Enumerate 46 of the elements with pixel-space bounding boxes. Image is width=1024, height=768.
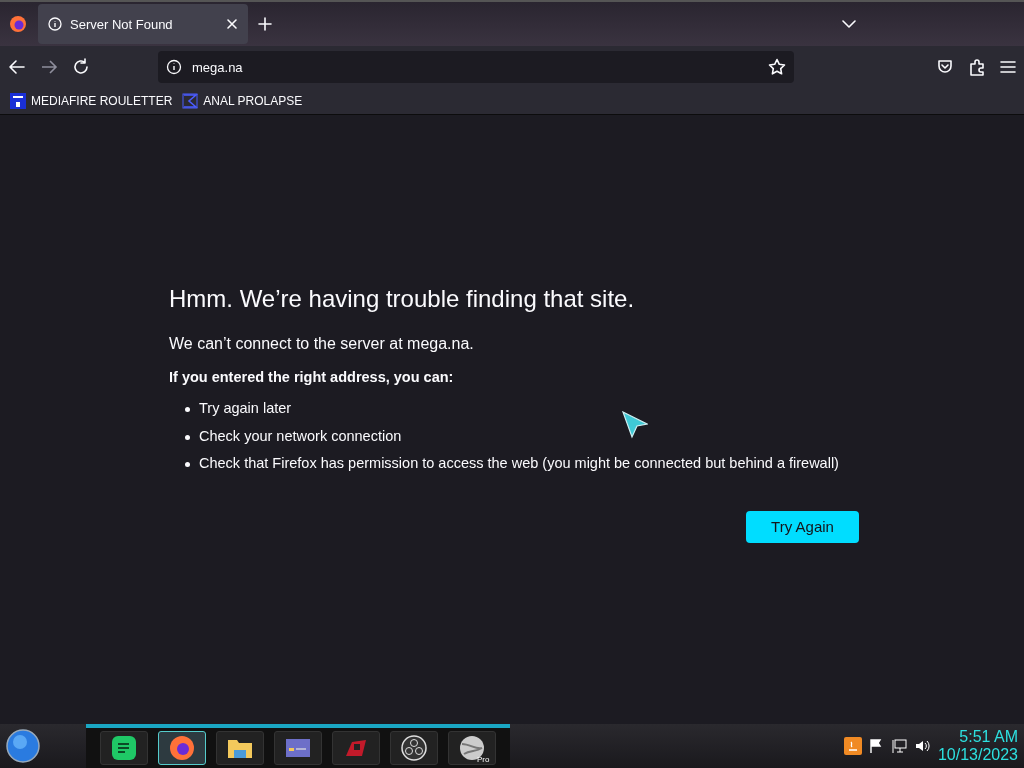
info-icon [48,17,62,31]
clock[interactable]: 5:51 AM 10/13/2023 [937,728,1018,764]
network-icon[interactable] [889,738,908,754]
cursor-icon [622,411,648,439]
suggestion-text: Check your network connection [199,427,402,444]
bookmark-link[interactable]: MEDIAFIRE ROULETTER [10,93,173,109]
try-again-button[interactable]: Try Again [746,510,859,543]
back-icon[interactable] [8,58,26,76]
bullet-icon [185,434,190,440]
taskbar-button[interactable] [158,731,206,765]
bookmark-link[interactable]: ANAL PROLAPSE [182,93,303,109]
suggestion-text: Try again later [199,400,292,416]
browser-tab[interactable]: Server Not Found [38,4,248,44]
menu-icon[interactable] [1000,60,1016,74]
puzzle-icon[interactable] [968,58,986,76]
forward-icon[interactable] [40,58,58,76]
notes-icon [110,734,138,762]
taskbar-button[interactable]: Pro [448,731,496,765]
camera-aperture-icon [400,734,428,762]
start-button[interactable] [6,729,40,763]
reload-icon[interactable] [72,58,90,76]
flag-icon[interactable] [867,738,884,754]
firefox-icon [168,734,196,762]
error-message: We can’t connect to the server at mega.na. [169,335,475,353]
info-icon [166,59,182,75]
taskbar-button[interactable] [390,731,438,765]
suggestion-text: Check that Firefox has permission to access the web (you might be connected but behind a firewall) [199,455,839,471]
hint-heading: If you entered the right address, you can: [169,369,455,385]
plus-icon[interactable] [258,17,272,31]
taskbar-button[interactable] [100,731,148,765]
address-bar[interactable]: mega.na [158,51,794,83]
bullet-icon [185,462,190,467]
close-icon[interactable] [226,18,238,30]
taskbar-button[interactable] [274,731,322,765]
bookmark-icon [182,93,199,109]
star-icon[interactable] [768,58,786,76]
chevron-down-icon[interactable] [842,19,856,29]
url-text: mega.na [192,59,244,75]
bullet-icon [185,407,190,412]
error-title: Hmm. We’re having trouble finding that site. [169,285,635,313]
java-icon [843,737,862,755]
volume-icon[interactable] [913,738,932,754]
bookmark-icon [10,93,26,109]
firefox-icon[interactable] [8,14,28,34]
pocket-icon[interactable] [936,58,954,76]
taskbar-button[interactable] [216,731,264,765]
